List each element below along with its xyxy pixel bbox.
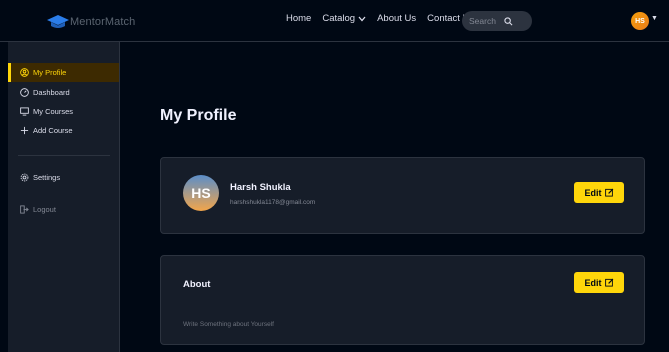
search-icon [504,16,513,25]
sidebar: My Profile Dashboard My Courses Add Cour… [8,42,120,352]
profile-name: Harsh Shukla [230,182,291,193]
search-placeholder: Search [469,16,496,26]
sidebar-item-label: My Courses [33,107,74,116]
sidebar-item-label: Logout [33,205,56,214]
sidebar-item-add-course[interactable]: Add Course [8,121,119,140]
about-card: About Edit Write Something about Yoursel… [160,255,645,345]
sidebar-item-my-courses[interactable]: My Courses [8,102,119,121]
sidebar-item-label: My Profile [33,68,67,77]
top-navbar: MentorMatch Home Catalog About Us Contac… [0,0,669,42]
sidebar-item-logout[interactable]: Logout [8,200,119,219]
search-input[interactable]: Search [462,11,532,31]
sidebar-divider [18,155,110,156]
gear-icon [20,173,29,182]
nav-home[interactable]: Home [286,13,311,24]
edit-profile-button[interactable]: Edit [574,182,624,203]
brand-name: MentorMatch [70,16,136,28]
nav-catalog-label: Catalog [322,13,356,24]
page-title: My Profile [160,107,237,124]
plus-icon [20,126,29,135]
about-title: About [183,279,211,290]
nav-catalog[interactable]: Catalog [322,13,366,24]
graduation-cap-icon [47,15,69,28]
edit-about-button[interactable]: Edit [574,272,624,293]
about-placeholder: Write Something about Yourself [183,321,274,328]
edit-button-label: Edit [584,187,602,198]
sidebar-item-label: Add Course [33,126,73,135]
chevron-down-icon [358,16,366,21]
profile-card: HS Harsh Shukla harshshukla1178@gmail.co… [160,157,645,234]
sidebar-item-my-profile[interactable]: My Profile [8,63,119,82]
caret-down-icon[interactable]: ▼ [651,15,658,22]
sidebar-item-label: Dashboard [33,88,70,97]
gauge-icon [20,88,29,97]
brand-logo[interactable]: MentorMatch [47,12,135,32]
sidebar-item-label: Settings [33,173,61,182]
edit-button-label: Edit [584,277,602,288]
sidebar-item-dashboard[interactable]: Dashboard [8,83,119,102]
edit-icon [604,278,613,287]
profile-email: harshshukla1178@gmail.com [230,199,316,206]
monitor-icon [20,107,29,116]
logout-icon [20,205,29,214]
nav-about[interactable]: About Us [377,13,416,24]
nav-links: Home Catalog About Us Contact Us [286,13,485,24]
user-avatar[interactable]: HS [631,12,649,30]
sidebar-item-settings[interactable]: Settings [8,168,119,187]
profile-avatar: HS [183,175,219,211]
edit-icon [604,188,613,197]
user-circle-icon [20,68,29,77]
